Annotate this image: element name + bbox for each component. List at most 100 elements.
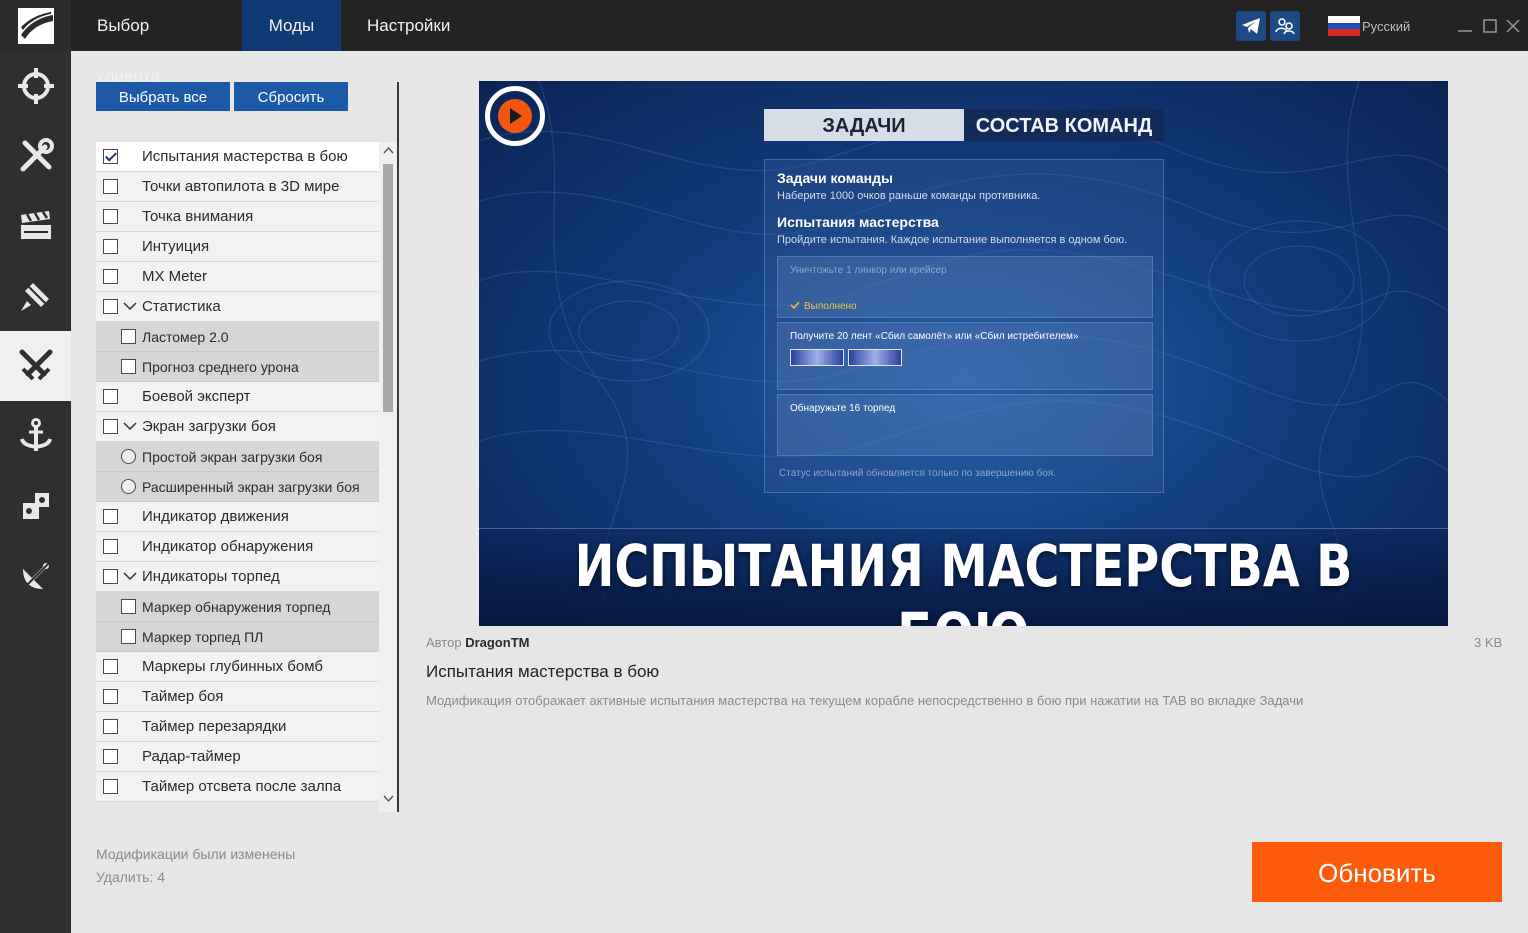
mod-checkbox[interactable] [103, 539, 118, 554]
mod-item[interactable]: Точки автопилота в 3D мире [96, 172, 379, 202]
mod-sub-item[interactable]: Ластомер 2.0 [96, 322, 379, 352]
preview-tab-teams: СОСТАВ КОМАНД [964, 109, 1164, 141]
mod-checkbox[interactable] [103, 299, 118, 314]
mod-group-item[interactable]: Статистика [96, 292, 379, 322]
mod-checkbox[interactable] [121, 599, 136, 614]
scroll-down-icon[interactable] [382, 792, 395, 805]
mod-item[interactable]: Маркеры глубинных бомб [96, 652, 379, 682]
mod-label: Боевой эксперт [142, 388, 251, 405]
sidebar-item-extras[interactable] [0, 471, 71, 541]
mod-checkbox[interactable] [103, 689, 118, 704]
mod-sub-item[interactable]: Маркер обнаружения торпед [96, 592, 379, 622]
mod-checkbox[interactable] [103, 719, 118, 734]
preview-challenge-1-status: Выполнено [804, 301, 857, 312]
chevron-down-icon[interactable] [123, 569, 137, 583]
mod-checkbox[interactable] [103, 179, 118, 194]
mod-checkbox[interactable] [103, 779, 118, 794]
mod-sub-item[interactable]: Маркер торпед ПЛ [96, 622, 379, 652]
mod-checkbox[interactable] [103, 419, 118, 434]
mod-checkbox[interactable] [121, 629, 136, 644]
language-selector[interactable]: Русский [1328, 16, 1411, 37]
logo-icon [17, 7, 54, 44]
mod-group-item[interactable]: Экран загрузки боя [96, 412, 379, 442]
mod-label: Прогноз среднего урона [142, 358, 299, 375]
mod-size: 3 KB [1474, 635, 1503, 650]
community-icon [1275, 18, 1295, 35]
scroll-thumb[interactable] [383, 164, 393, 412]
tab-client-select[interactable]: Выбор клиента [71, 0, 242, 86]
chevron-down-icon[interactable] [123, 299, 137, 313]
mod-group-item[interactable]: Индикаторы торпед [96, 562, 379, 592]
satellite-dish-icon [19, 560, 52, 592]
mod-sub-item[interactable]: Расширенный экран загрузки боя [96, 472, 379, 502]
play-video-button[interactable] [485, 86, 545, 146]
mod-item[interactable]: Таймер отсвета после залпа [96, 772, 379, 802]
play-icon [498, 99, 532, 133]
tab-mods[interactable]: Моды [242, 0, 341, 51]
maximize-icon[interactable] [1480, 16, 1500, 36]
mod-item[interactable]: Индикатор обнаружения [96, 532, 379, 562]
update-button[interactable]: Обновить [1252, 842, 1502, 902]
mod-list-scrollbar[interactable] [379, 142, 398, 812]
mod-label: Таймер перезарядки [142, 718, 287, 735]
mod-item[interactable]: Таймер перезарядки [96, 712, 379, 742]
author-name: DragonTM [465, 635, 530, 650]
sidebar-item-tools[interactable] [0, 121, 71, 191]
mod-checkbox[interactable] [121, 329, 136, 344]
minimize-icon[interactable] [1455, 16, 1475, 36]
mod-checkbox[interactable] [103, 209, 118, 224]
sidebar-item-combat[interactable] [0, 331, 71, 401]
mod-item[interactable]: Интуиция [96, 232, 379, 262]
mod-label: Радар-таймер [142, 748, 241, 765]
panel-divider [397, 82, 399, 812]
app-logo[interactable] [0, 0, 71, 51]
mod-checkbox[interactable] [103, 749, 118, 764]
sidebar-item-aim[interactable] [0, 51, 71, 121]
scroll-up-icon[interactable] [382, 144, 395, 157]
mod-label: Точки автопилота в 3D мире [142, 178, 340, 195]
mod-label: Ластомер 2.0 [142, 328, 229, 345]
tab-settings[interactable]: Настройки [341, 0, 481, 51]
mod-checkbox[interactable] [103, 659, 118, 674]
community-button[interactable] [1270, 11, 1300, 41]
sidebar-item-light[interactable] [0, 261, 71, 331]
reset-button[interactable]: Сбросить [234, 82, 348, 111]
mod-checkbox[interactable] [103, 149, 118, 164]
sidebar-item-network[interactable] [0, 541, 71, 611]
mod-item[interactable]: Боевой эксперт [96, 382, 379, 412]
sidebar-item-camera[interactable] [0, 191, 71, 261]
mod-item[interactable]: Радар-таймер [96, 742, 379, 772]
mod-item[interactable]: MX Meter [96, 262, 379, 292]
sidebar [0, 51, 71, 933]
mod-radio[interactable] [121, 479, 136, 494]
language-label: Русский [1362, 18, 1411, 34]
close-icon[interactable] [1503, 16, 1523, 36]
mod-sub-item[interactable]: Прогноз среднего урона [96, 352, 379, 382]
sidebar-item-ships[interactable] [0, 401, 71, 471]
mod-list: Испытания мастерства в бою Точки автопило… [96, 142, 379, 812]
chevron-down-icon[interactable] [123, 419, 137, 433]
preview-challenges-title: Испытания мастерства [777, 214, 939, 230]
mod-checkbox[interactable] [103, 569, 118, 584]
anchor-icon [19, 418, 52, 451]
mod-checkbox[interactable] [121, 359, 136, 374]
mod-item[interactable]: Точка внимания [96, 202, 379, 232]
preview-banner-title: ИСПЫТАНИЯ МАСТЕРСТВА В БОЮ [574, 532, 1353, 626]
mod-label: Маркер обнаружения торпед [142, 598, 331, 615]
flashlight-icon [20, 283, 49, 311]
mod-checkbox[interactable] [103, 509, 118, 524]
mod-checkbox[interactable] [103, 239, 118, 254]
mod-checkbox[interactable] [103, 389, 118, 404]
mod-label: Статистика [142, 298, 221, 315]
telegram-button[interactable] [1236, 11, 1266, 41]
mod-radio[interactable] [121, 449, 136, 464]
mod-label: Индикатор движения [142, 508, 289, 525]
select-all-button[interactable]: Выбрать все [96, 82, 230, 111]
mod-item[interactable]: Испытания мастерства в бою [96, 142, 379, 172]
mod-item[interactable]: Таймер боя [96, 682, 379, 712]
mod-item[interactable]: Индикатор движения [96, 502, 379, 532]
mod-sub-item[interactable]: Простой экран загрузки боя [96, 442, 379, 472]
russia-flag-icon [1328, 16, 1360, 37]
mod-label: MX Meter [142, 268, 208, 285]
mod-checkbox[interactable] [103, 269, 118, 284]
